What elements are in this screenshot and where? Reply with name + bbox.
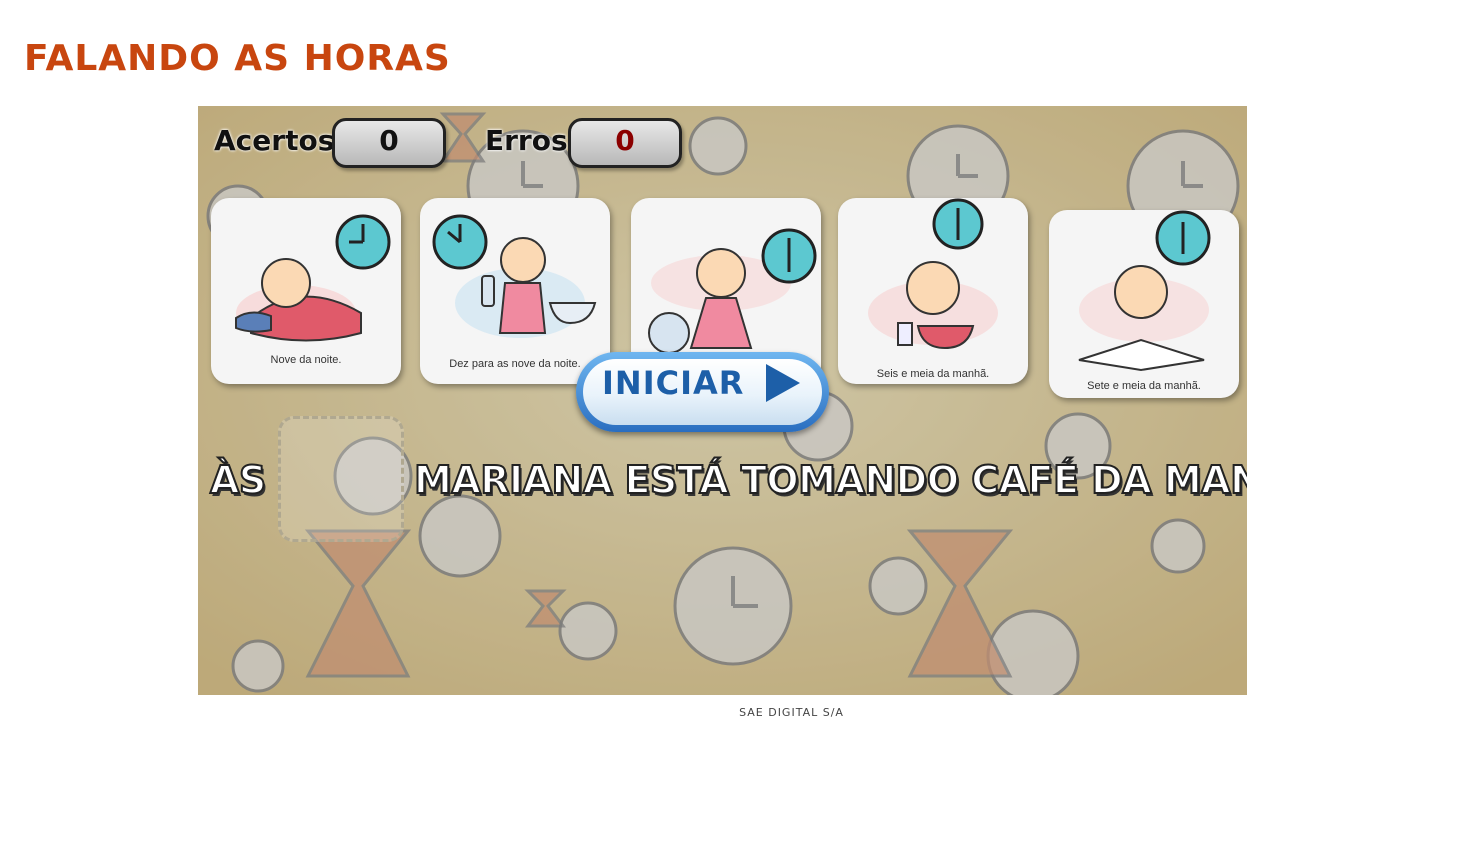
answer-card-2[interactable]: Dez para as nove da noite.	[420, 198, 610, 384]
hits-label: Acertos	[214, 124, 335, 157]
breakfast-illustration	[868, 198, 998, 350]
card-caption: Dez para as nove da noite.	[449, 358, 581, 370]
card-caption: Seis e meia da manhã.	[876, 368, 990, 380]
hits-counter: 0	[332, 118, 446, 168]
card-caption: Sete e meia da manhã.	[1087, 380, 1201, 392]
page-title: FALANDO AS HORAS	[24, 38, 451, 79]
reading-girl-illustration	[1078, 210, 1211, 372]
sentence-prefix: ÀS	[209, 457, 267, 503]
errors-counter: 0	[568, 118, 682, 168]
clock-icon	[761, 228, 817, 284]
clock-icon	[932, 198, 984, 250]
play-arrow-icon	[766, 364, 800, 402]
answer-card-5[interactable]: Sete e meia da manhã.	[1049, 210, 1239, 398]
answer-card-4[interactable]: Seis e meia da manhã.	[838, 198, 1028, 384]
start-button[interactable]: INICIAR	[576, 352, 829, 432]
card-caption: Nove da noite.	[270, 354, 342, 366]
clock-icon	[1155, 210, 1211, 266]
start-button-label: INICIAR	[602, 364, 745, 402]
brushing-teeth-illustration	[432, 214, 597, 338]
errors-label: Erros	[485, 124, 568, 157]
footer-credit: SAE DIGITAL S/A	[739, 706, 844, 719]
clock-icon	[432, 214, 488, 270]
time-drop-slot[interactable]	[278, 416, 404, 542]
answer-card-1[interactable]: Nove da noite.	[211, 198, 401, 384]
clock-icon	[335, 214, 391, 270]
sentence-text: MARIANA ESTÁ TOMANDO CAFÉ DA MANHÃ.	[413, 457, 1247, 503]
game-area: Acertos 0 Erros 0 Nove da noite. Dez par…	[198, 106, 1247, 695]
